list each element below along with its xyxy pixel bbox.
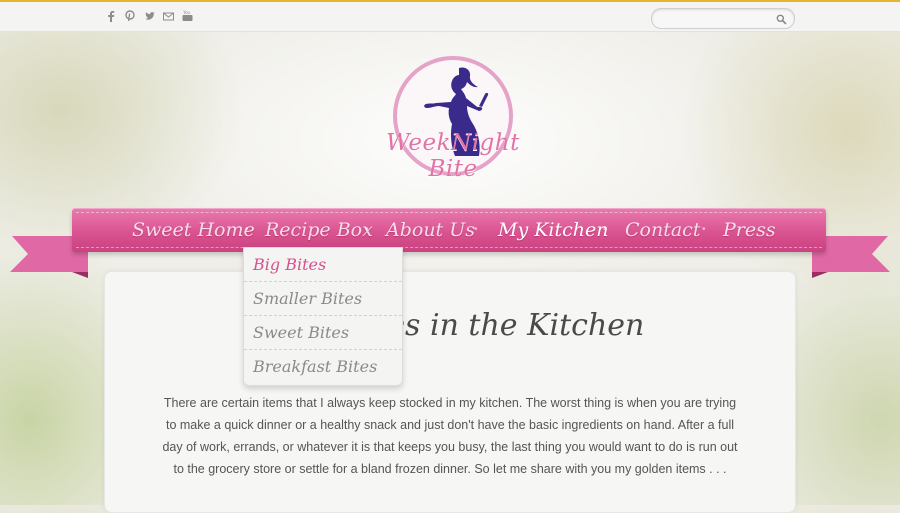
facebook-icon[interactable] bbox=[106, 10, 116, 22]
search-box[interactable] bbox=[651, 8, 795, 29]
nav-item-recipe-box[interactable]: Recipe Box bbox=[265, 218, 373, 242]
intro-paragraph: There are certain items that I always ke… bbox=[162, 396, 738, 476]
dropdown-item-smaller-bites[interactable]: Smaller Bites bbox=[244, 282, 402, 316]
dropdown-item-big-bites[interactable]: Big Bites bbox=[244, 248, 402, 282]
logo-text: WeekNight Bite bbox=[386, 130, 520, 182]
page-title: ties in the Kitchen bbox=[0, 308, 900, 343]
nav-separator: • bbox=[365, 224, 369, 235]
nav-item-my-kitchen[interactable]: My Kitchen bbox=[498, 218, 609, 242]
nav-separator: • bbox=[702, 224, 706, 235]
social-links: You bbox=[106, 10, 193, 22]
nav-item-sweet-home[interactable]: Sweet Home bbox=[132, 218, 255, 242]
nav-separator: • bbox=[603, 224, 607, 235]
nav-item-about-us[interactable]: About Us bbox=[386, 218, 475, 242]
top-bar: You bbox=[0, 0, 900, 32]
nav-item-press[interactable]: Press bbox=[723, 218, 776, 242]
nav-separator: • bbox=[245, 224, 249, 235]
dropdown-item-breakfast-bites[interactable]: Breakfast Bites bbox=[244, 350, 402, 384]
twitter-icon[interactable] bbox=[144, 10, 155, 22]
dropdown-item-sweet-bites[interactable]: Sweet Bites bbox=[244, 316, 402, 350]
site-logo[interactable]: WeekNight Bite bbox=[363, 56, 543, 186]
recipe-box-dropdown: Big Bites Smaller Bites Sweet Bites Brea… bbox=[243, 247, 403, 386]
svg-text:You: You bbox=[182, 10, 190, 15]
pinterest-icon[interactable] bbox=[125, 10, 135, 22]
email-icon[interactable] bbox=[163, 10, 174, 22]
youtube-icon[interactable]: You bbox=[182, 10, 193, 22]
search-input[interactable] bbox=[660, 10, 776, 29]
nav-separator: • bbox=[474, 224, 478, 235]
nav-item-contact[interactable]: Contact bbox=[625, 218, 700, 242]
main-nav: Sweet Home • Recipe Box • About Us • My … bbox=[72, 208, 826, 252]
search-icon[interactable] bbox=[776, 12, 787, 30]
